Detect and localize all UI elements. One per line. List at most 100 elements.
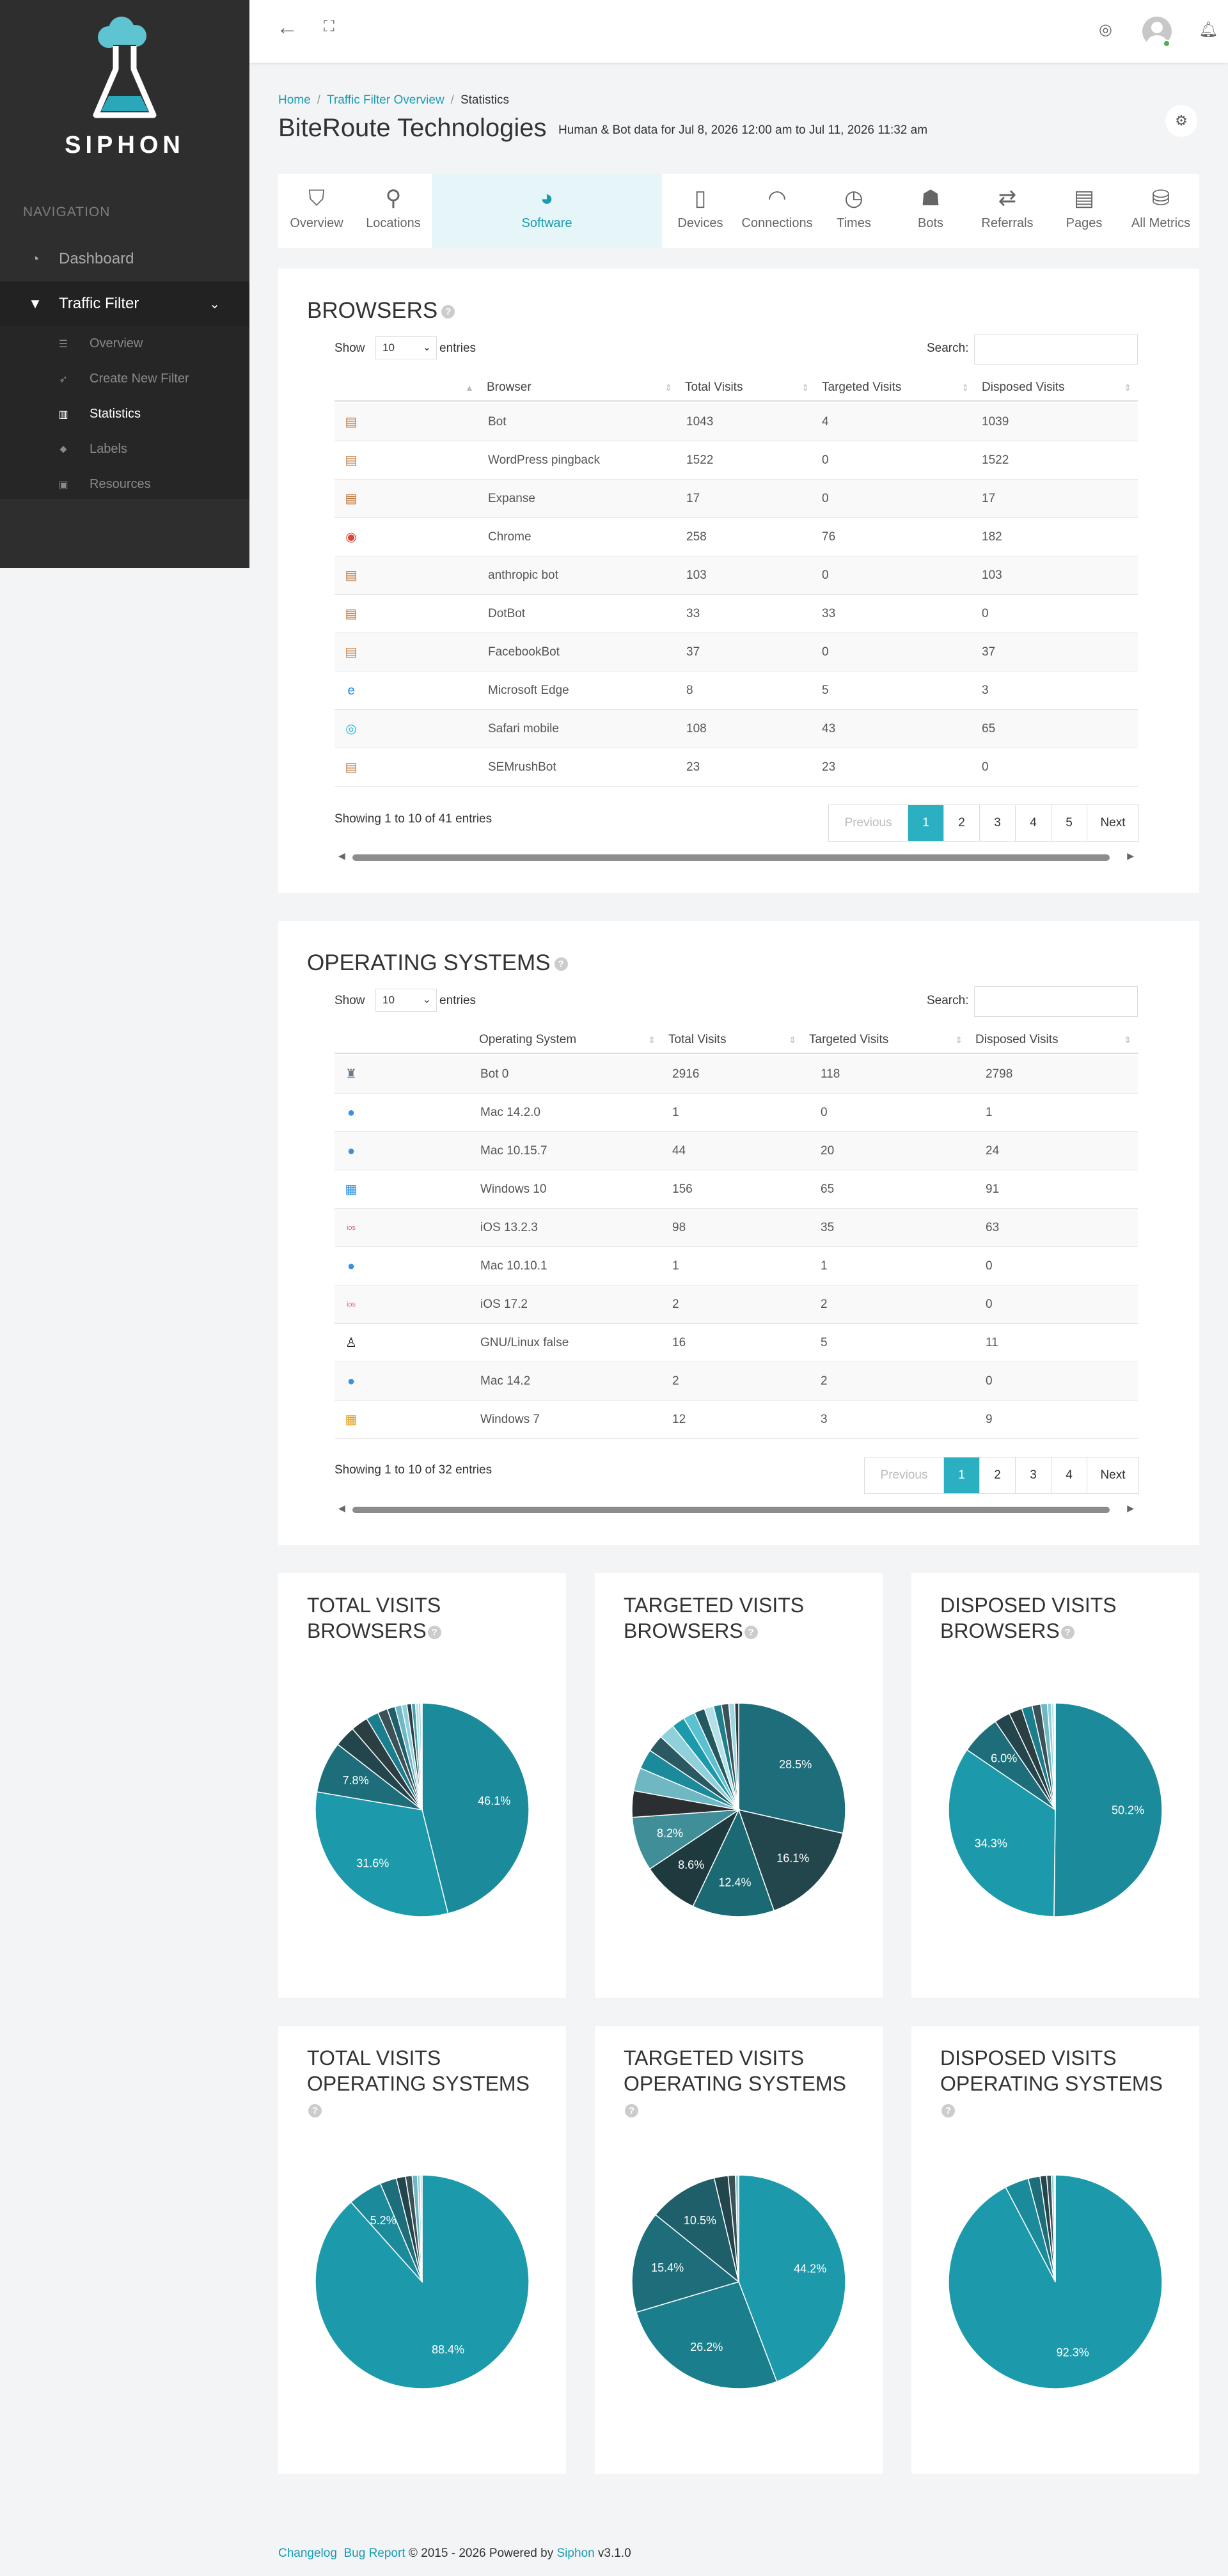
pagination-page[interactable]: 4 [1016, 805, 1051, 841]
bug-report-link[interactable]: Bug Report [343, 2547, 405, 2560]
pie-chart: 28.5% 16.1% 12.4% 8.6% 8.2% [631, 1702, 846, 1917]
bell-icon[interactable]: 🔔︎ [1199, 20, 1218, 39]
table-row: ◉ Chrome 258 76 182 [335, 518, 1138, 556]
chevron-down-icon: ⌄ [422, 342, 431, 353]
entries-label: entries [439, 342, 476, 355]
pagination-previous[interactable]: Previous [829, 805, 908, 841]
cell-name: anthropic bot [488, 569, 558, 582]
pie-slice[interactable] [1053, 1702, 1163, 1917]
cell-disposed: 63 [986, 1221, 1000, 1234]
horizontal-scrollbar[interactable]: ◀ ▶ [335, 1503, 1138, 1516]
scroll-left-icon: ◀ [338, 1503, 345, 1513]
horizontal-scrollbar[interactable]: ◀ ▶ [335, 851, 1138, 863]
cell-targeted: 2 [821, 1298, 828, 1311]
cell-disposed: 0 [986, 1259, 993, 1273]
pagination-next[interactable]: Next [1087, 1457, 1138, 1493]
help-icon[interactable]: ? [941, 2104, 955, 2118]
cell-total: 2 [672, 1298, 679, 1311]
breadcrumb-home[interactable]: Home [278, 93, 311, 107]
chrome-icon: ◉ [345, 530, 357, 544]
help-icon[interactable]: ? [1060, 1626, 1074, 1640]
pagination-previous[interactable]: Previous [865, 1457, 944, 1493]
cell-total: 2 [672, 1374, 679, 1388]
column-header-browser[interactable]: Browser ⇕ [480, 373, 679, 402]
sidebar-item-dashboard[interactable]: ◔ Dashboard [0, 237, 249, 281]
tab-referrals[interactable]: ⇄ Referrals [969, 174, 1046, 248]
pagination-page[interactable]: 1 [944, 1457, 980, 1493]
pie-card-targeted-visits-os: TARGETED VISITS OPERATING SYSTEMS? 44.2% 2… [595, 2026, 883, 2474]
cell-total: 33 [686, 607, 700, 620]
help-icon[interactable]: ? [744, 1626, 758, 1640]
tab-devices[interactable]: ▯ Devices [662, 174, 739, 248]
entries-length-select[interactable]: 10 ⌄ [375, 989, 437, 1012]
pagination-page[interactable]: 3 [980, 805, 1016, 841]
tab-overview[interactable]: ⛉ Overview [278, 174, 355, 248]
cell-name: iOS 13.2.3 [480, 1221, 538, 1234]
sidebar-item-label: Labels [90, 442, 127, 456]
sidebar-item-create-new-filter[interactable]: ➶ Create New Filter [0, 361, 249, 397]
sidebar-item-overview[interactable]: ☰ Overview [0, 326, 249, 361]
column-header-targeted-visits[interactable]: Targeted Visits ⇕ [815, 373, 975, 402]
tab-locations[interactable]: ⚲ Locations [355, 174, 432, 248]
entries-length-select[interactable]: 10 ⌄ [375, 336, 437, 359]
column-header-disposed-visits[interactable]: Disposed Visits ⇕ [975, 373, 1138, 402]
pagination-page[interactable]: 1 [908, 805, 944, 841]
sidebar-item-resources[interactable]: ▣ Resources [0, 467, 249, 499]
cell-name: WordPress pingback [488, 453, 600, 467]
cell-targeted: 76 [822, 530, 836, 544]
siphon-link[interactable]: Siphon [556, 2547, 594, 2560]
help-icon[interactable]: ? [427, 1626, 441, 1640]
windows-legacy-icon: ▦ [345, 1413, 358, 1427]
help-icon[interactable]: ? [625, 2104, 638, 2118]
globe-icon[interactable]: ◎ [1099, 20, 1112, 39]
tab-connections[interactable]: ◠ Connections [739, 174, 815, 248]
cell-disposed: 1039 [982, 415, 1009, 428]
pagination-page[interactable]: 5 [1051, 805, 1087, 841]
pagination-next[interactable]: Next [1087, 805, 1138, 841]
help-icon[interactable]: ? [441, 305, 455, 319]
column-header-disposed-visits[interactable]: Disposed Visits ⇕ [969, 1026, 1138, 1054]
pagination-page[interactable]: 4 [1051, 1457, 1087, 1493]
breadcrumb-traffic-filter-overview[interactable]: Traffic Filter Overview [327, 93, 445, 107]
table-row: ▤ WordPress pingback 1522 0 1522 [335, 441, 1138, 480]
tab-all-metrics[interactable]: ⛁ All Metrics [1122, 174, 1199, 248]
sidebar-item-statistics[interactable]: ▥ Statistics [0, 397, 249, 432]
back-arrow-icon[interactable]: ← [276, 15, 298, 40]
pagination-page[interactable]: 2 [980, 1457, 1016, 1493]
search-input[interactable] [974, 986, 1138, 1017]
column-header-total-visits[interactable]: Total Visits ⇕ [679, 373, 815, 402]
windows-icon: ▦ [345, 1182, 358, 1197]
changelog-link[interactable]: Changelog [278, 2547, 337, 2560]
tab-times[interactable]: ◷ Times [815, 174, 892, 248]
column-header-targeted-visits[interactable]: Targeted Visits ⇕ [803, 1026, 969, 1054]
table-info: Showing 1 to 10 of 41 entries [335, 812, 492, 826]
help-icon[interactable]: ? [308, 2104, 322, 2118]
fullscreen-icon[interactable]: ⛶ [324, 18, 335, 36]
tab-software[interactable]: ◕ Software [432, 174, 662, 248]
tab-bots[interactable]: ☗ Bots [892, 174, 969, 248]
search-input[interactable] [974, 334, 1138, 365]
nav-heading: NAVIGATION [23, 205, 111, 219]
cell-targeted: 23 [822, 760, 836, 774]
help-icon[interactable]: ? [554, 957, 568, 971]
column-header-icon[interactable] [335, 1026, 473, 1054]
tab-pages[interactable]: ▤ Pages [1046, 174, 1122, 248]
generic-browser-icon: ▤ [345, 569, 358, 583]
generic-browser-icon: ▤ [345, 607, 358, 621]
apple-icon: ● [347, 1144, 356, 1158]
sidebar-item-traffic-filter[interactable]: ▼ Traffic Filter ⌄ [0, 281, 249, 326]
table-row: ● Mac 10.15.7 44 20 24 [335, 1132, 1138, 1170]
settings-button[interactable]: ⚙ [1165, 105, 1197, 137]
cell-name: SEMrushBot [488, 760, 556, 774]
table-row: ios iOS 17.2 2 2 0 [335, 1285, 1138, 1324]
pagination-page[interactable]: 2 [944, 805, 980, 841]
column-header-operating-system[interactable]: Operating System ⇕ [473, 1026, 662, 1054]
cell-name: Expanse [488, 492, 535, 505]
pie-chart: 46.1% 31.6% 7.8% [315, 1702, 530, 1917]
pagination-page[interactable]: 3 [1016, 1457, 1051, 1493]
column-header-total-visits[interactable]: Total Visits ⇕ [662, 1026, 803, 1054]
sidebar-item-labels[interactable]: ⬥ Labels [0, 432, 249, 467]
column-header-icon[interactable]: ▲ [335, 373, 480, 402]
pie-card-disposed-visits-os: DISPOSED VISITS OPERATING SYSTEMS? 92.3% [911, 2026, 1199, 2474]
cell-total: 2916 [672, 1067, 700, 1081]
